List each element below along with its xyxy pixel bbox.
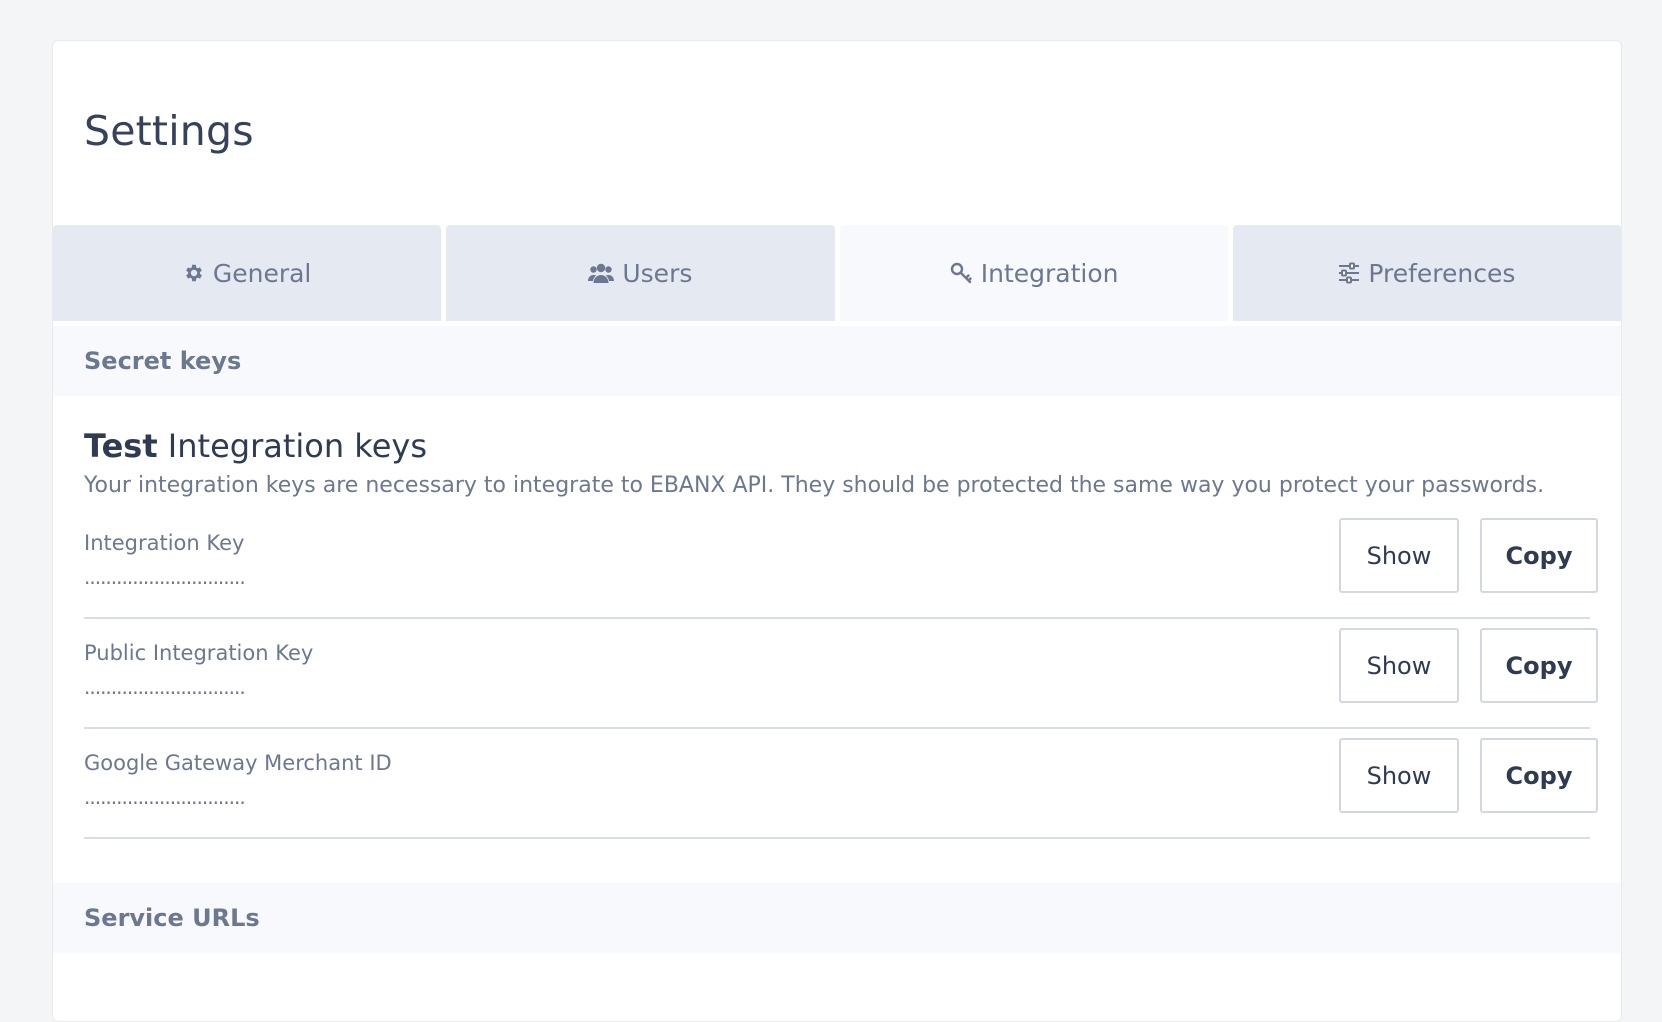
show-public-integration-key-button[interactable]: Show	[1339, 628, 1459, 703]
settings-card: Settings General Users Integration Prefe…	[52, 40, 1622, 1022]
tab-integration-label: Integration	[980, 258, 1119, 288]
keys-title-environment: Test	[84, 427, 158, 465]
tab-general-label: General	[212, 258, 312, 288]
settings-tabs: General Users Integration Preferences	[53, 225, 1621, 321]
tab-preferences-label: Preferences	[1368, 258, 1516, 288]
section-header-service-urls: Service URLs	[53, 883, 1621, 953]
tab-general[interactable]: General	[53, 225, 442, 321]
copy-google-gateway-merchant-id-button[interactable]: Copy	[1480, 738, 1598, 813]
sliders-icon	[1338, 262, 1360, 284]
show-google-gateway-merchant-id-button[interactable]: Show	[1339, 738, 1459, 813]
users-icon	[588, 262, 615, 284]
key-value-masked: ..............................	[84, 675, 246, 699]
integration-keys-title: Test Integration keys	[84, 427, 427, 465]
integration-keys-description: Your integration keys are necessary to i…	[84, 473, 1545, 498]
tab-users[interactable]: Users	[446, 225, 835, 321]
section-header-secret-keys: Secret keys	[53, 326, 1621, 396]
key-row-integration-key: Integration Key ........................…	[84, 509, 1598, 619]
key-icon	[949, 261, 973, 285]
show-integration-key-button[interactable]: Show	[1339, 518, 1459, 593]
tab-integration[interactable]: Integration	[839, 225, 1228, 321]
key-label: Integration Key	[84, 531, 245, 555]
key-label: Google Gateway Merchant ID	[84, 751, 392, 775]
key-value-masked: ..............................	[84, 785, 246, 809]
key-label: Public Integration Key	[84, 641, 314, 665]
gear-icon	[183, 262, 205, 284]
copy-public-integration-key-button[interactable]: Copy	[1480, 628, 1598, 703]
tab-preferences[interactable]: Preferences	[1232, 225, 1621, 321]
key-value-masked: ..............................	[84, 565, 246, 589]
keys-title-text: Integration keys	[157, 427, 427, 465]
page-title: Settings	[84, 107, 254, 155]
tab-users-label: Users	[622, 258, 693, 288]
key-row-public-integration-key: Public Integration Key .................…	[84, 619, 1598, 729]
copy-integration-key-button[interactable]: Copy	[1480, 518, 1598, 593]
key-row-google-gateway-merchant-id: Google Gateway Merchant ID .............…	[84, 729, 1598, 839]
